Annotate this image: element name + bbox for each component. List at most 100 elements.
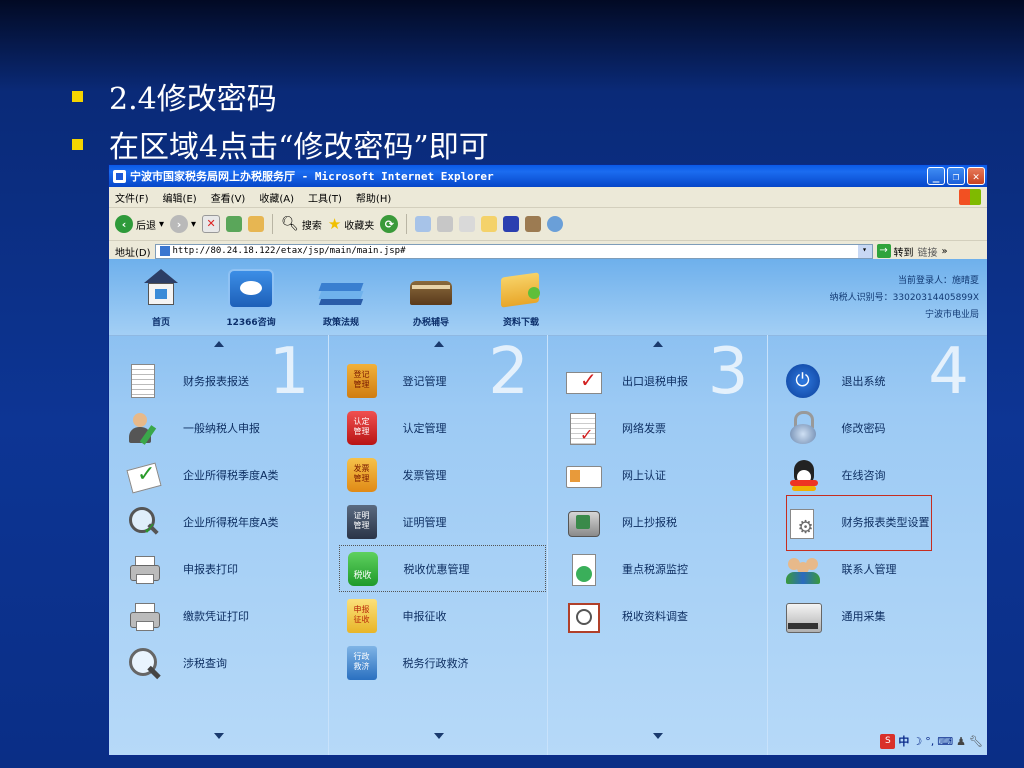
menu-favorites[interactable]: 收藏(A) bbox=[259, 190, 294, 205]
nav-policy[interactable]: 政策法规 bbox=[311, 269, 371, 328]
portal-header: 首页 12366咨询 政策法规 办税辅导 资料下载 当前登录人：施晴夏 纳税人识… bbox=[109, 259, 987, 336]
ime-chinese-indicator[interactable]: 中 bbox=[898, 733, 909, 749]
slide-bullets: 2.4修改密码 在区域4点击“修改密码”即可 bbox=[72, 72, 489, 168]
menu-online-consult[interactable]: 在线咨询 bbox=[786, 451, 982, 498]
menu-certificate[interactable]: 证明 管理 证明管理 bbox=[346, 498, 543, 545]
favorites-button[interactable]: ★ 收藏夹 bbox=[328, 215, 374, 233]
wrench-icon[interactable]: 🔧︎ bbox=[969, 735, 983, 748]
printer-icon bbox=[127, 599, 161, 633]
menu-tools[interactable]: 工具(T) bbox=[308, 190, 342, 205]
folder-icon[interactable] bbox=[481, 216, 498, 232]
media-icon[interactable] bbox=[525, 216, 542, 232]
menu-tax-incentive[interactable]: 税收 税收优惠管理 bbox=[338, 545, 546, 592]
menu-tax-data-survey[interactable]: 税收资料调查 bbox=[566, 592, 762, 639]
tax-terminal-icon bbox=[566, 505, 600, 539]
menu-online-tax-copy[interactable]: 网上抄报税 bbox=[566, 498, 762, 545]
chevron-down-icon[interactable]: ▾ bbox=[857, 244, 872, 258]
menu-label: 申报征收 bbox=[402, 609, 447, 623]
messenger-icon[interactable] bbox=[547, 216, 564, 232]
scroll-down-icon[interactable] bbox=[214, 733, 224, 739]
menu-print-return[interactable]: 申报表打印 bbox=[127, 545, 323, 592]
menu-annual-income-tax[interactable]: ✓ 企业所得税年度A类 bbox=[127, 498, 323, 545]
menu-general-taxpayer[interactable]: 一般纳税人申报 bbox=[127, 404, 323, 451]
scroll-down-icon[interactable] bbox=[433, 733, 444, 739]
scroll-up-icon[interactable] bbox=[653, 341, 663, 347]
nav-guide[interactable]: 办税辅导 bbox=[401, 269, 461, 328]
relief-icon: 行政 救济 bbox=[346, 645, 377, 680]
download-folder-icon bbox=[498, 269, 544, 309]
go-button[interactable]: → 转到 bbox=[876, 244, 914, 259]
restore-button[interactable]: ❐ bbox=[947, 167, 965, 185]
menu-print-payment-voucher[interactable]: 缴款凭证打印 bbox=[127, 592, 323, 639]
menu-label: 在线咨询 bbox=[841, 468, 886, 482]
moon-icon[interactable]: ☽ bbox=[912, 735, 922, 748]
keyboard-icon[interactable]: ⌨ bbox=[937, 735, 953, 748]
menu-tax-inquiry[interactable]: 涉税查询 bbox=[127, 639, 323, 686]
menu-financial-report[interactable]: 财务报表报送 bbox=[127, 357, 323, 404]
mail-icon[interactable] bbox=[415, 216, 432, 232]
nav-12366[interactable]: 12366咨询 bbox=[221, 269, 281, 328]
search-icon bbox=[127, 646, 161, 680]
menu-declaration-collection[interactable]: 申报 征收 申报征收 bbox=[346, 592, 543, 639]
edit-icon[interactable] bbox=[459, 216, 476, 232]
menu-change-password[interactable]: 修改密码 bbox=[786, 404, 982, 451]
menu-label: 联系人管理 bbox=[841, 562, 897, 576]
home-page-icon[interactable] bbox=[248, 216, 265, 232]
minimize-button[interactable]: _ bbox=[927, 167, 945, 185]
history-icon[interactable]: ⟳ bbox=[380, 215, 399, 233]
search-button[interactable]: 🔍︎ 搜索 bbox=[281, 216, 322, 232]
title-bar[interactable]: 宁波市国家税务局网上办税服务厅 - Microsoft Internet Exp… bbox=[109, 165, 987, 187]
nav-home[interactable]: 首页 bbox=[131, 269, 191, 328]
menu-quarterly-income-tax[interactable]: ✓ 企业所得税季度A类 bbox=[126, 451, 323, 498]
menu-online-authentication[interactable]: 网上认证 bbox=[566, 451, 762, 498]
menu-edit[interactable]: 编辑(E) bbox=[163, 190, 197, 205]
close-button[interactable]: ✕ bbox=[967, 167, 985, 185]
nav-download[interactable]: 资料下载 bbox=[491, 269, 551, 328]
forward-button[interactable]: › ▾ bbox=[170, 215, 196, 233]
scroll-down-icon[interactable] bbox=[653, 733, 663, 739]
menu-label: 登记管理 bbox=[402, 374, 447, 388]
menu-general-collection[interactable]: 通用采集 bbox=[785, 592, 982, 639]
user-icon[interactable]: ♟ bbox=[956, 735, 966, 748]
menu-label: 企业所得税季度A类 bbox=[183, 468, 279, 482]
menu-contact-management[interactable]: 联系人管理 bbox=[785, 545, 982, 592]
print-icon[interactable] bbox=[437, 216, 454, 232]
punctuation-icon[interactable]: °, bbox=[925, 735, 934, 748]
menu-label: 涉税查询 bbox=[183, 656, 227, 670]
links-button[interactable]: 链接 bbox=[918, 244, 938, 259]
qq-penguin-icon bbox=[786, 458, 820, 492]
disk-drive-icon bbox=[785, 599, 822, 633]
menu-label: 税收优惠管理 bbox=[403, 562, 470, 576]
menu-label: 通用采集 bbox=[841, 609, 886, 623]
window-title: 宁波市国家税务局网上办税服务厅 - Microsoft Internet Exp… bbox=[130, 170, 494, 183]
menu-logout[interactable]: ⏻ 退出系统 bbox=[785, 357, 982, 404]
address-input[interactable]: http://80.24.18.122/etax/jsp/main/main.j… bbox=[154, 243, 873, 259]
back-button[interactable]: ‹ 后退 ▾ bbox=[115, 215, 164, 233]
windows-logo-icon bbox=[959, 189, 981, 205]
menu-invoice[interactable]: 发票 管理 发票管理 bbox=[346, 451, 543, 498]
nav-12366-label: 12366咨询 bbox=[226, 318, 276, 328]
menu-label: 网上抄报税 bbox=[622, 515, 677, 529]
menu-file[interactable]: 文件(F) bbox=[115, 190, 149, 205]
menu-help[interactable]: 帮助(H) bbox=[356, 190, 391, 205]
refresh-icon[interactable] bbox=[226, 216, 243, 232]
stop-icon[interactable]: ✕ bbox=[202, 215, 221, 233]
menu-key-tax-monitoring[interactable]: 重点税源监控 bbox=[566, 545, 762, 592]
lock-icon bbox=[786, 410, 820, 445]
report-sheet-icon bbox=[131, 363, 155, 398]
chevron-right-icon[interactable]: » bbox=[942, 246, 948, 257]
menu-online-invoice[interactable]: ✓ 网络发票 bbox=[566, 404, 762, 451]
research-icon[interactable] bbox=[503, 216, 520, 232]
tax-portal-content: 首页 12366咨询 政策法规 办税辅导 资料下载 当前登录人：施晴夏 纳税人识… bbox=[109, 259, 987, 755]
bullet-text: 在区域4点击“修改密码”即可 bbox=[109, 130, 489, 165]
tax-bureau: 宁波市电业局 bbox=[924, 310, 979, 320]
nav-policy-label: 政策法规 bbox=[322, 318, 359, 328]
menu-export-rebate[interactable]: ✓ 出口退税申报 bbox=[566, 357, 762, 404]
scroll-up-icon[interactable] bbox=[214, 341, 224, 347]
sogou-s-icon[interactable]: S bbox=[880, 733, 896, 749]
scroll-up-icon[interactable] bbox=[433, 341, 444, 347]
menu-administrative-relief[interactable]: 行政 救济 税务行政救济 bbox=[346, 639, 543, 686]
menu-view[interactable]: 查看(V) bbox=[211, 190, 246, 205]
menu-registration[interactable]: 登记 管理 登记管理 bbox=[346, 357, 543, 404]
menu-recognition[interactable]: 认定 管理 认定管理 bbox=[346, 404, 543, 451]
